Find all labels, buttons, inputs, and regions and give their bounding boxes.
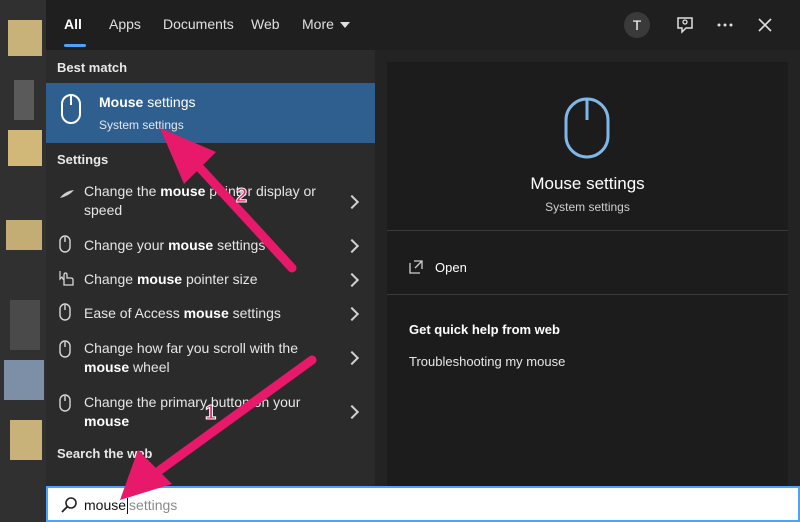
tab-all[interactable]: All xyxy=(64,16,82,32)
help-link-troubleshooting[interactable]: Troubleshooting my mouse xyxy=(409,354,565,369)
user-avatar[interactable]: T xyxy=(624,12,650,38)
chevron-right-icon xyxy=(344,404,360,420)
divider xyxy=(387,230,788,231)
desktop-background xyxy=(0,0,48,522)
mouse-icon xyxy=(59,394,71,412)
chevron-right-icon xyxy=(344,272,360,288)
chevron-down-icon xyxy=(339,22,350,29)
search-bar[interactable]: mouse settings xyxy=(46,486,800,522)
tab-more[interactable]: More xyxy=(302,16,350,32)
chevron-right-icon xyxy=(344,350,360,366)
search-web-header: Search the web xyxy=(57,446,153,461)
search-typed: mouse xyxy=(84,497,127,513)
settings-item-pointer-speed[interactable]: Change the mouse pointer display or spee… xyxy=(46,180,375,224)
mouse-icon xyxy=(564,97,610,159)
pointer-hand-icon xyxy=(59,271,74,286)
search-input[interactable]: mouse settings xyxy=(84,497,178,515)
best-match-title: Mouse settings xyxy=(99,94,196,110)
preview-card: Mouse settings System settings Open Get … xyxy=(387,62,788,486)
best-match-header: Best match xyxy=(57,60,128,75)
ellipsis-icon[interactable] xyxy=(714,14,736,36)
text-cursor xyxy=(127,498,129,515)
search-autocomplete-hint: settings xyxy=(129,497,178,513)
tab-documents[interactable]: Documents xyxy=(163,16,234,32)
tab-more-label: More xyxy=(302,16,334,32)
active-tab-indicator xyxy=(64,44,86,47)
preview-subtitle: System settings xyxy=(545,200,630,214)
mouse-icon xyxy=(59,303,71,321)
feedback-icon[interactable] xyxy=(674,14,696,36)
tab-apps[interactable]: Apps xyxy=(109,16,141,32)
divider xyxy=(387,294,788,295)
best-match-item[interactable]: Mouse settings System settings xyxy=(46,83,375,143)
chevron-right-icon xyxy=(344,238,360,254)
search-icon xyxy=(61,497,77,513)
preview-title: Mouse settings xyxy=(530,174,645,193)
open-icon xyxy=(409,260,423,274)
settings-item-scroll-wheel[interactable]: Change how far you scroll with the mouse… xyxy=(46,336,375,380)
mouse-icon xyxy=(61,94,81,124)
search-window: All Apps Documents Web More T Best match… xyxy=(46,0,800,522)
preview-pane: Mouse settings System settings Open Get … xyxy=(375,50,800,486)
settings-item-mouse-settings[interactable]: Change your mouse settings xyxy=(46,232,375,258)
settings-item-primary-button[interactable]: Change the primary button on your mouse xyxy=(46,390,375,434)
mouse-icon xyxy=(59,235,71,253)
settings-item-ease-of-access[interactable]: Ease of Access mouse settings xyxy=(46,300,375,326)
tab-web[interactable]: Web xyxy=(251,16,280,32)
settings-item-pointer-size[interactable]: Change mouse pointer size xyxy=(46,266,375,292)
close-icon[interactable] xyxy=(754,14,776,36)
settings-header: Settings xyxy=(57,152,109,167)
chevron-right-icon xyxy=(344,194,360,210)
chevron-right-icon xyxy=(344,306,360,322)
best-match-subtitle: System settings xyxy=(99,118,184,132)
quick-help-header: Get quick help from web xyxy=(409,322,560,337)
mouse-icon xyxy=(59,340,71,358)
open-label: Open xyxy=(435,260,467,275)
pointer-speed-icon xyxy=(60,190,74,198)
results-pane: Best match Mouse settings System setting… xyxy=(46,50,375,486)
search-tabs-bar: All Apps Documents Web More T xyxy=(46,0,800,50)
